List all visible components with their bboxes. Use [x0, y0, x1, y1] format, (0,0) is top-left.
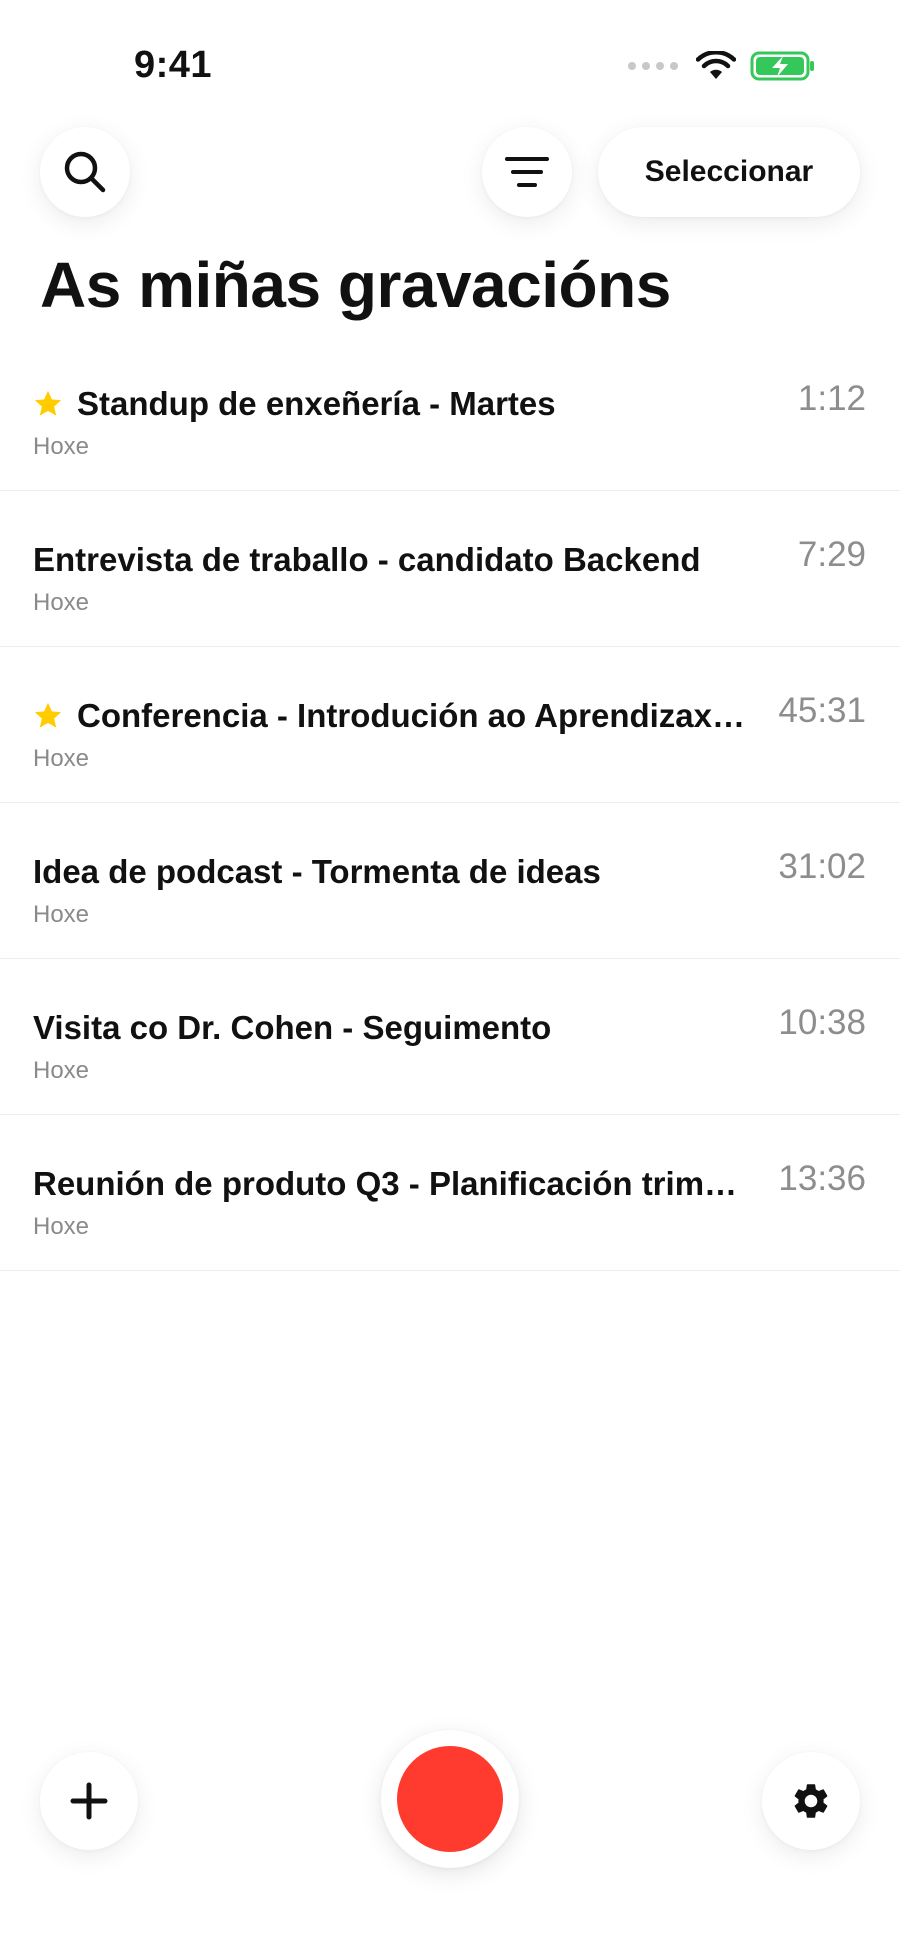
recording-title: Reunión de produto Q3 - Planificación tr… [33, 1165, 753, 1202]
recording-item[interactable]: Entrevista de traballo - candidato Backe… [0, 491, 900, 647]
filter-icon [505, 157, 549, 187]
recording-date: Hoxe [33, 1213, 90, 1240]
battery-charging-icon [750, 51, 814, 81]
recording-title-row: Idea de podcast - Tormenta de ideas [33, 853, 753, 891]
select-button[interactable]: Seleccionar [598, 127, 860, 217]
recording-title-row: Reunión de produto Q3 - Planificación tr… [33, 1165, 753, 1203]
wifi-icon [696, 51, 736, 79]
star-icon [34, 702, 62, 728]
settings-button[interactable] [762, 1752, 860, 1850]
recording-title-row: Visita co Dr. Cohen - Seguimento [33, 1009, 753, 1047]
star-icon [34, 390, 62, 416]
page-title: As miñas gravacións [40, 249, 671, 321]
recording-date: Hoxe [33, 589, 90, 616]
record-icon [397, 1746, 503, 1852]
recording-title: Visita co Dr. Cohen - Seguimento [33, 1009, 552, 1046]
filter-button[interactable] [482, 127, 572, 217]
recordings-list: Standup de enxeñería - Martes Hoxe 1:12 … [0, 335, 900, 1271]
recording-item[interactable]: Standup de enxeñería - Martes Hoxe 1:12 [0, 335, 900, 491]
recording-date: Hoxe [33, 901, 90, 928]
recording-date: Hoxe [33, 433, 90, 460]
recording-duration: 1:12 [797, 379, 866, 418]
recording-date: Hoxe [33, 1057, 90, 1084]
recording-duration: 7:29 [797, 535, 866, 574]
recording-duration: 10:38 [778, 1003, 866, 1042]
recording-title: Conferencia - Introdución ao Aprendizaxe… [77, 697, 753, 734]
gear-icon [794, 1784, 828, 1818]
recording-title: Entrevista de traballo - candidato Backe… [33, 541, 701, 578]
recording-title: Standup de enxeñería - Martes [77, 385, 556, 422]
cellular-signal-icon [628, 62, 678, 70]
recording-item[interactable]: Idea de podcast - Tormenta de ideas Hoxe… [0, 803, 900, 959]
add-recording-button[interactable] [40, 1752, 138, 1850]
recording-date: Hoxe [33, 745, 90, 772]
plus-icon [70, 1782, 108, 1820]
recording-duration: 45:31 [778, 691, 866, 730]
search-button[interactable] [40, 127, 130, 217]
recording-title: Idea de podcast - Tormenta de ideas [33, 853, 601, 890]
status-time: 9:41 [134, 44, 213, 86]
recording-item[interactable]: Reunión de produto Q3 - Planificación tr… [0, 1115, 900, 1271]
status-bar: 9:41 [0, 0, 900, 130]
recording-title-row: Entrevista de traballo - candidato Backe… [33, 541, 753, 579]
search-icon [64, 151, 106, 193]
recording-duration: 31:02 [778, 847, 866, 886]
recording-duration: 13:36 [778, 1159, 866, 1198]
record-button[interactable] [381, 1730, 519, 1868]
recording-item[interactable]: Conferencia - Introdución ao Aprendizaxe… [0, 647, 900, 803]
recording-item[interactable]: Visita co Dr. Cohen - Seguimento Hoxe 10… [0, 959, 900, 1115]
recording-title-row: Conferencia - Introdución ao Aprendizaxe… [33, 697, 753, 735]
status-icons [628, 50, 816, 82]
recording-title-row: Standup de enxeñería - Martes [33, 385, 753, 423]
